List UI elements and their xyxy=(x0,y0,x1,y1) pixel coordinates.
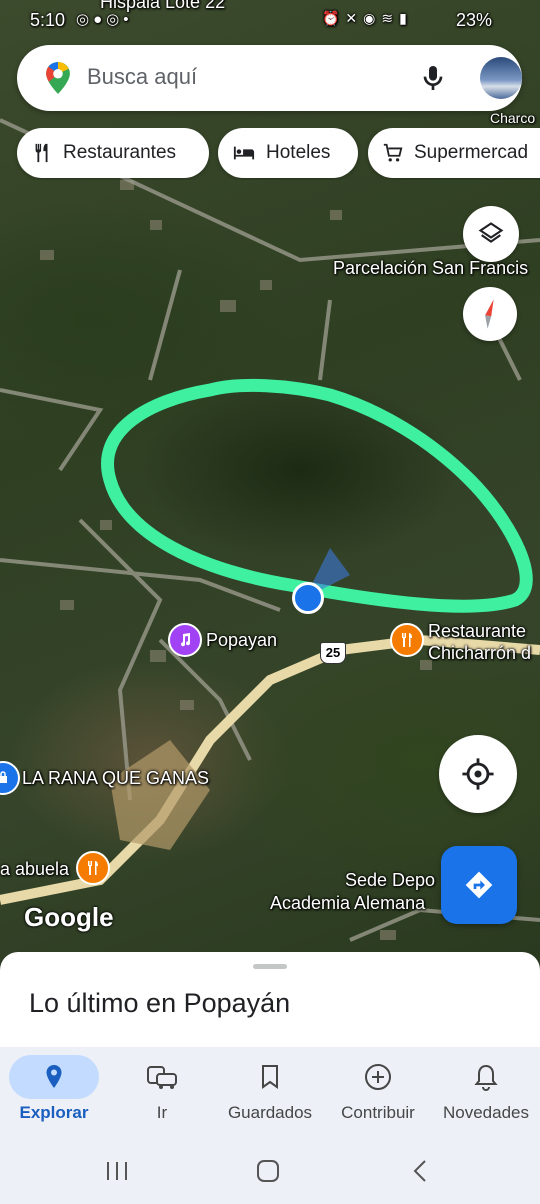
system-icons: ⏰✕◉≋▮ xyxy=(322,10,413,26)
restaurant-poi-icon[interactable] xyxy=(390,623,424,657)
map-label-charco: Charco xyxy=(490,110,536,126)
directions-button[interactable] xyxy=(441,846,517,924)
music-poi-icon[interactable] xyxy=(168,623,202,657)
map-label-restaurante-1[interactable]: Restaurante xyxy=(428,621,526,642)
bed-icon xyxy=(233,146,255,160)
home-icon[interactable] xyxy=(256,1159,280,1183)
nav-explorar[interactable]: Explorar xyxy=(0,1047,108,1137)
sheet-title: Lo último en Popayán xyxy=(29,988,291,1018)
nav-label: Novedades xyxy=(442,1103,529,1122)
nav-label: Guardados xyxy=(227,1103,313,1122)
my-location-dot xyxy=(292,582,324,614)
nav-guardados[interactable]: Guardados xyxy=(216,1047,324,1137)
nav-label: Explorar xyxy=(19,1103,89,1122)
maps-logo-icon xyxy=(46,62,70,94)
compass-icon xyxy=(485,299,494,329)
crosshair-icon xyxy=(462,758,494,790)
microphone-icon[interactable] xyxy=(417,62,449,94)
layers-button[interactable] xyxy=(463,206,519,262)
bookmark-icon xyxy=(225,1055,315,1099)
category-chips: Restaurantes Hoteles Supermercad xyxy=(0,128,540,180)
system-navigation-bar xyxy=(0,1137,540,1204)
status-bar: 5:10 ◎●◎• ⏰✕◉≋▮ 23% xyxy=(0,4,540,34)
nav-label: Contribuir xyxy=(341,1103,415,1122)
restaurant-poi-icon-2[interactable] xyxy=(76,851,110,885)
nav-ir[interactable]: Ir xyxy=(108,1047,216,1137)
map-label-popayan[interactable]: Popayan xyxy=(206,630,277,651)
chip-supermercados[interactable]: Supermercad xyxy=(368,128,540,178)
cart-icon xyxy=(383,143,403,162)
highlight-ellipse xyxy=(101,378,533,613)
map-label-sede-1[interactable]: Sede Depo xyxy=(345,870,435,891)
add-circle-icon xyxy=(333,1055,423,1099)
chip-label: Hoteles xyxy=(266,142,331,163)
search-bar[interactable]: Busca aquí xyxy=(17,45,522,111)
search-placeholder[interactable]: Busca aquí xyxy=(87,64,197,90)
chip-label: Restaurantes xyxy=(63,142,177,163)
highway-shield: 25 xyxy=(320,642,346,664)
notification-icons: ◎●◎• xyxy=(76,11,133,28)
fork-knife-icon xyxy=(35,143,48,163)
layers-icon xyxy=(478,222,504,243)
map-label-restaurante-2[interactable]: Chicharrón d xyxy=(428,643,531,664)
battery-level: 23% xyxy=(456,10,493,30)
sheet-drag-handle[interactable] xyxy=(253,964,287,969)
recent-apps-icon[interactable] xyxy=(104,1160,130,1182)
bell-icon xyxy=(441,1055,531,1099)
compass-button[interactable] xyxy=(463,287,517,341)
google-logo: Google xyxy=(24,902,114,932)
chip-label: Supermercad xyxy=(414,142,529,163)
chip-restaurantes[interactable]: Restaurantes xyxy=(17,128,209,178)
map-label-sede-2[interactable]: Academia Alemana xyxy=(270,893,425,914)
commute-icon xyxy=(117,1055,207,1099)
directions-icon xyxy=(465,871,493,899)
map-label-abuela[interactable]: a abuela xyxy=(0,859,69,880)
bottom-navigation: Explorar Ir Guardados Contribuir Novedad… xyxy=(0,1047,540,1137)
nav-label: Ir xyxy=(156,1103,168,1122)
back-icon[interactable] xyxy=(410,1159,430,1183)
status-time: 5:10 xyxy=(30,10,66,30)
nav-novedades[interactable]: Novedades xyxy=(432,1047,540,1137)
map-label-rana[interactable]: LA RANA QUE GANAS xyxy=(22,768,209,789)
my-location-button[interactable] xyxy=(439,735,517,813)
chip-hoteles[interactable]: Hoteles xyxy=(218,128,358,178)
bottom-sheet[interactable]: Lo último en Popayán xyxy=(0,952,540,1048)
avatar[interactable] xyxy=(480,57,522,99)
nav-contribuir[interactable]: Contribuir xyxy=(324,1047,432,1137)
location-pin-icon xyxy=(9,1055,99,1099)
map-label-parcelacion[interactable]: Parcelación San Francis xyxy=(333,258,528,279)
